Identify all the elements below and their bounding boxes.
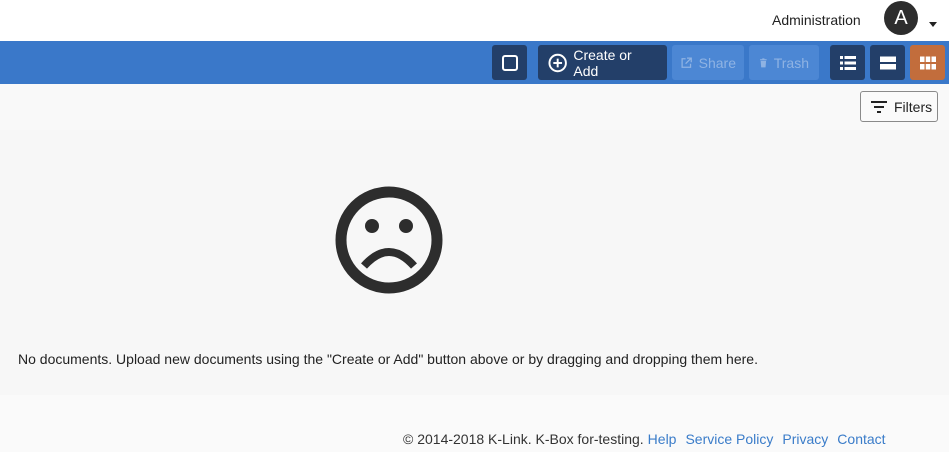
footer-link-help[interactable]: Help [648, 431, 677, 447]
footer-line: © 2014-2018 K-Link. K-Box for-testing. He… [403, 431, 886, 447]
list-view-button[interactable] [830, 45, 865, 80]
trash-label: Trash [773, 54, 809, 71]
list-view-icon [839, 55, 856, 70]
plus-circle-icon [548, 53, 567, 72]
administration-link[interactable]: Administration [772, 12, 861, 28]
empty-state-message: No documents. Upload new documents using… [18, 351, 758, 367]
document-toolbar: Create or Add Share Trash [0, 41, 949, 84]
chevron-down-icon[interactable] [929, 22, 937, 27]
footer-link-privacy[interactable]: Privacy [782, 431, 828, 447]
sad-face-icon [335, 186, 443, 294]
share-label: Share [698, 54, 736, 71]
user-avatar[interactable]: A [884, 1, 918, 35]
trash-button[interactable]: Trash [749, 45, 819, 80]
create-or-add-button[interactable]: Create or Add [538, 45, 667, 80]
filters-button[interactable]: Filters [860, 91, 938, 122]
checkbox-icon [501, 54, 518, 71]
filters-label: Filters [894, 98, 933, 115]
grid-view-button[interactable] [910, 45, 945, 80]
copyright-text: © 2014-2018 K-Link. K-Box for-testing. [403, 431, 644, 447]
footer-link-contact[interactable]: Contact [837, 431, 885, 447]
footer-link-service-policy[interactable]: Service Policy [685, 431, 773, 447]
top-header: Administration A [0, 0, 949, 41]
share-icon [681, 56, 692, 68]
grid-view-icon [919, 56, 936, 69]
filter-icon [871, 100, 887, 113]
create-or-add-label: Create or Add [573, 46, 632, 79]
select-all-button[interactable] [492, 45, 527, 80]
share-button[interactable]: Share [672, 45, 744, 80]
card-view-button[interactable] [870, 45, 905, 80]
card-view-icon [879, 56, 896, 69]
trash-icon [760, 57, 767, 67]
